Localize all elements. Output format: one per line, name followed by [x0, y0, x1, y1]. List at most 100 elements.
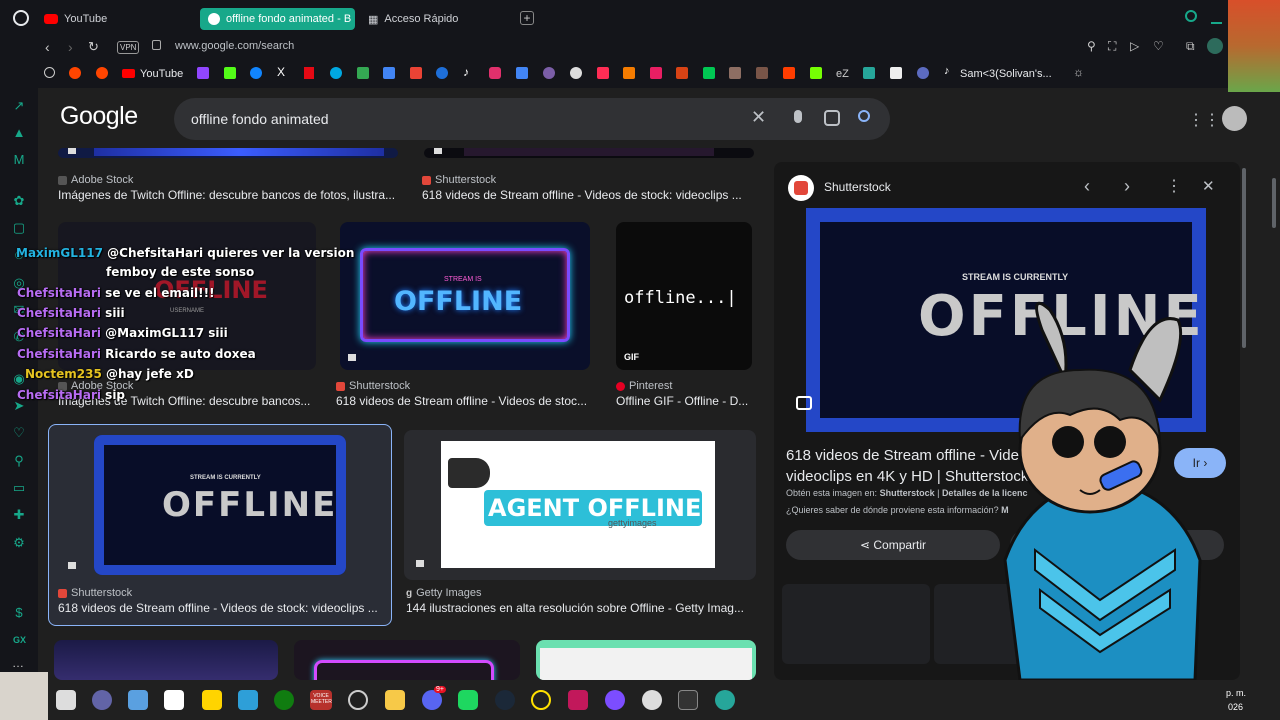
lens-icon[interactable] — [824, 110, 840, 126]
twitch-icon[interactable] — [197, 67, 209, 79]
tab-acceso-rapido[interactable]: ▦ Acceso Rápido — [360, 8, 466, 30]
ext-icon[interactable] — [543, 67, 555, 79]
disney-icon[interactable] — [436, 67, 448, 79]
extensions-icon[interactable]: ⧉ — [1186, 39, 1195, 54]
heart-icon[interactable]: ♡ — [1153, 39, 1164, 53]
snapshot-icon[interactable]: ⛶ — [1108, 39, 1116, 54]
result-title[interactable]: 618 videos de Stream offline - Videos de… — [336, 394, 592, 408]
minimize-icon[interactable] — [1211, 22, 1222, 24]
result-thumbnail[interactable]: STREAM IS OFFLINE — [340, 222, 590, 370]
result-thumbnail[interactable]: STREAM IS CURRENTLY OFFLINE — [94, 435, 346, 575]
profile-icon[interactable] — [1207, 38, 1223, 54]
result-thumbnail[interactable] — [294, 640, 520, 680]
result-thumbnail[interactable] — [58, 148, 398, 158]
panel-source[interactable]: Shutterstock — [824, 180, 891, 194]
back-icon[interactable]: ‹ — [45, 39, 50, 55]
url-text[interactable]: www.google.com/search — [175, 40, 294, 52]
gallery-icon[interactable] — [238, 690, 258, 710]
notes-icon[interactable] — [202, 690, 222, 710]
photos-icon[interactable] — [128, 690, 148, 710]
ext-icon[interactable] — [890, 67, 902, 79]
ext-icon[interactable] — [756, 67, 768, 79]
pin-icon[interactable]: ⚲ — [12, 454, 26, 468]
result-thumbnail[interactable] — [54, 640, 278, 680]
opera-logo-icon[interactable] — [13, 10, 29, 26]
netflix-icon[interactable] — [304, 67, 314, 79]
store-icon[interactable] — [164, 690, 184, 710]
tab-youtube[interactable]: YouTube — [36, 8, 115, 30]
ext-icon[interactable] — [810, 67, 822, 79]
search-tabs-icon[interactable] — [1185, 10, 1197, 22]
instagram-icon[interactable] — [489, 67, 501, 79]
result-thumbnail[interactable]: offline...| GIF — [616, 222, 752, 370]
steam-icon[interactable] — [495, 690, 515, 710]
clear-icon[interactable]: ✕ — [751, 107, 766, 128]
previous-icon[interactable]: ‹ — [1084, 176, 1090, 197]
ext-icon[interactable] — [729, 67, 741, 79]
result-thumbnail[interactable]: AGENT OFFLINE gettyimages — [404, 430, 756, 580]
ext-icon[interactable] — [676, 67, 688, 79]
bookmark-ez[interactable]: eZ — [836, 68, 849, 80]
google-logo[interactable]: Google — [60, 102, 138, 131]
app-icon[interactable] — [458, 690, 478, 710]
app-icon[interactable] — [642, 690, 662, 710]
ext-icon[interactable] — [917, 67, 929, 79]
reddit-icon[interactable] — [69, 67, 81, 79]
opera-gx-icon[interactable] — [531, 690, 551, 710]
new-tab-icon[interactable]: + — [520, 11, 534, 25]
search-input[interactable]: offline fondo animated — [191, 111, 329, 127]
easy-setup-icon[interactable]: ⚲ — [1087, 39, 1096, 53]
vpn-badge[interactable]: VPN — [117, 41, 140, 54]
bug-icon[interactable]: ☼ — [1073, 65, 1084, 79]
microphone-icon[interactable] — [794, 110, 802, 123]
tiktok-icon[interactable]: ♪ — [463, 65, 469, 79]
tab-google-search[interactable]: offline fondo animated - B — [200, 8, 355, 30]
translate-icon[interactable] — [383, 67, 395, 79]
ext-icon[interactable] — [703, 67, 715, 79]
hot-tabs-icon[interactable]: $ — [12, 606, 26, 620]
page-scrollbar[interactable] — [1272, 178, 1276, 228]
kick-icon[interactable] — [224, 67, 236, 79]
app-icon[interactable] — [715, 690, 735, 710]
more-options-icon[interactable]: ⋮ — [1166, 176, 1182, 196]
result-thumbnail[interactable] — [424, 148, 754, 158]
extensions-icon[interactable]: ✚ — [12, 508, 26, 522]
gmail-icon[interactable] — [410, 67, 422, 79]
hide-icon[interactable] — [44, 67, 55, 78]
xbox-icon[interactable] — [274, 690, 294, 710]
app-icon[interactable] — [605, 690, 625, 710]
result-title[interactable]: Imágenes de Twitch Offline: descubre ban… — [58, 188, 404, 202]
obtain-source-link[interactable]: Shutterstock — [880, 488, 935, 498]
forward-icon[interactable]: › — [68, 39, 73, 55]
ext-icon[interactable] — [650, 67, 662, 79]
ext-icon[interactable] — [863, 67, 875, 79]
apps-grid-icon[interactable]: ⋮⋮ — [1188, 110, 1220, 130]
battery-icon[interactable]: ▭ — [12, 481, 26, 495]
avatar-app-icon[interactable] — [92, 690, 112, 710]
result-title[interactable]: Offline GIF - Offline - D... — [616, 394, 754, 408]
search-icon[interactable] — [858, 110, 870, 122]
twitch-icon[interactable]: ▢ — [12, 221, 26, 235]
docs-icon[interactable] — [516, 67, 528, 79]
close-panel-icon[interactable]: ✕ — [1202, 177, 1215, 195]
bookmark-sam[interactable]: Sam<3(Solivan's... — [960, 68, 1052, 80]
result-title[interactable]: 618 videos de Stream offline - Videos de… — [58, 601, 382, 615]
ext-icon[interactable] — [597, 67, 609, 79]
bookmark-youtube[interactable]: YouTube — [140, 68, 183, 80]
terminal-icon[interactable] — [678, 690, 698, 710]
file-explorer-icon[interactable] — [385, 690, 405, 710]
ext-icon[interactable] — [783, 67, 795, 79]
ext-icon[interactable] — [623, 67, 635, 79]
account-avatar[interactable] — [1222, 106, 1247, 131]
aria-icon[interactable]: ↗ — [12, 99, 26, 113]
lens-search-icon[interactable] — [796, 396, 812, 410]
gx-corner-icon[interactable]: ▲ — [12, 126, 26, 140]
gx-label[interactable]: GX — [13, 635, 26, 645]
obs-icon[interactable] — [348, 690, 368, 710]
discord-icon[interactable] — [422, 690, 442, 710]
ext-icon[interactable] — [570, 67, 582, 79]
result-title[interactable]: 144 ilustraciones en alta resolución sob… — [406, 601, 750, 615]
chatgpt-icon[interactable]: ✿ — [12, 194, 26, 208]
gx-mod-icon[interactable]: M — [12, 153, 26, 167]
reload-icon[interactable]: ↻ — [88, 39, 99, 55]
